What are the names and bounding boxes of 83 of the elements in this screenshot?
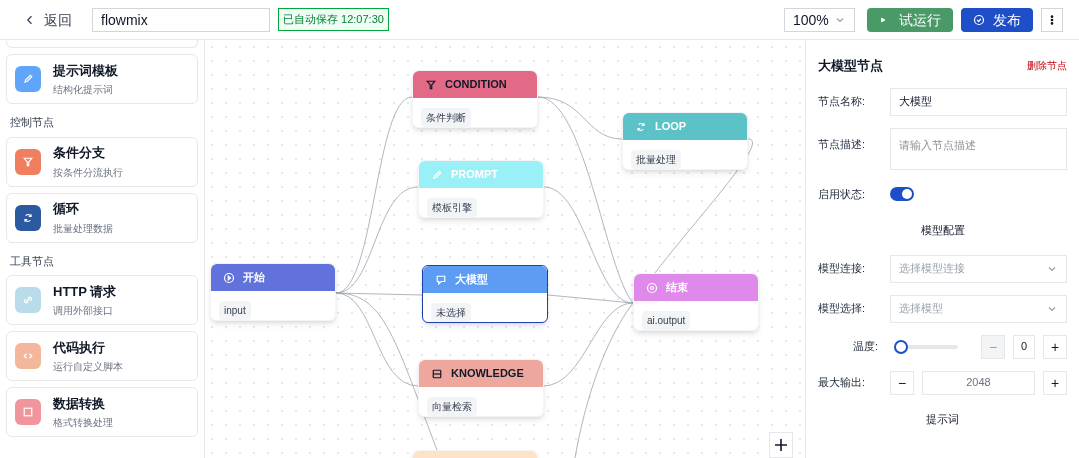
max-output-field[interactable]: 2048 — [922, 370, 1035, 395]
card-title: 数据转换 — [53, 394, 106, 413]
node-header: PROMPT — [419, 161, 543, 188]
play-icon — [879, 15, 887, 24]
field-label: 节点名称: — [818, 94, 867, 110]
pencil-icon — [431, 168, 443, 181]
refresh-icon — [635, 120, 647, 133]
card-subtitle: 调用外部接口 — [53, 304, 114, 319]
node-tag: 批量处理 — [631, 150, 681, 169]
node-palette-card[interactable]: 循环 批量处理数据 — [6, 192, 198, 243]
node-header: KNOWLEDGE — [419, 360, 543, 387]
flow-node[interactable]: KNOWLEDGE 向量检索 — [418, 359, 544, 417]
card-subtitle: 批量处理数据 — [53, 221, 113, 236]
node-tag: 模板引擎 — [427, 198, 477, 217]
decrement-button[interactable]: − — [890, 370, 914, 395]
card-title: 条件分支 — [53, 144, 106, 163]
check-circle-icon — [973, 13, 985, 26]
node-palette-card[interactable]: 数据转换 格式转换处理 — [6, 387, 198, 437]
node-header: 结束 — [634, 274, 758, 301]
field-label: 温度: — [851, 339, 879, 355]
field-label: 节点描述: — [818, 136, 867, 152]
flow-node[interactable]: CONDITION 条件判断 — [412, 70, 538, 128]
section-heading: 控制节点 — [9, 115, 55, 130]
stop-circle-icon — [646, 281, 658, 294]
node-name-field[interactable]: 大模型 — [890, 87, 1067, 116]
section-heading: 工具节点 — [9, 253, 55, 269]
node-tag: 未选择 — [431, 303, 471, 322]
card-subtitle: 运行自定义脚本 — [53, 360, 123, 375]
node-tag: ai.output — [642, 311, 691, 330]
add-button[interactable] — [769, 432, 793, 458]
flow-node[interactable]: 大模型 未选择 — [422, 265, 548, 323]
node-description-field[interactable]: 请输入节点描述 — [890, 127, 1067, 170]
increment-button[interactable]: + — [1043, 370, 1067, 395]
card-title: HTTP 请求 — [53, 282, 117, 301]
field-label: 启用状态: — [818, 186, 867, 202]
flow-node[interactable]: 结束 ai.output — [633, 273, 759, 331]
increment-button[interactable]: + — [1043, 334, 1067, 359]
flow-node[interactable]: LOOP 批量处理 — [622, 112, 748, 170]
node-header: 开始 — [211, 264, 335, 291]
zoom-select[interactable]: 100% — [784, 7, 855, 32]
funnel-icon — [22, 155, 34, 168]
slider-thumb[interactable] — [894, 339, 908, 354]
card-title: 提示词模板 — [53, 61, 118, 80]
chat-bubble-icon — [435, 273, 447, 286]
flow-name-field[interactable]: flowmix — [92, 7, 270, 32]
delete-node-button[interactable]: 删除节点 — [1027, 58, 1067, 74]
field-label: 模型连接: — [818, 261, 867, 277]
flow-node[interactable]: 开始 input — [210, 263, 336, 321]
card-subtitle: 按条件分流执行 — [53, 165, 123, 180]
refresh-icon — [22, 211, 34, 224]
plus-icon — [773, 437, 789, 453]
temperature-field[interactable]: 0 — [1013, 334, 1035, 359]
card-title: 代码执行 — [53, 338, 106, 357]
field-label: 最大输出: — [818, 375, 867, 391]
field-label: 模型选择: — [818, 301, 867, 317]
card-subtitle: 格式转换处理 — [53, 416, 113, 431]
pencil-icon — [22, 73, 34, 85]
node-tag: 向量检索 — [427, 397, 477, 416]
autosave-badge: 已自动保存 12:07:30 — [278, 8, 389, 31]
section-heading: 提示词 — [925, 411, 960, 427]
link-icon — [22, 294, 34, 306]
flow-node[interactable]: PROMPT 模板引擎 — [418, 160, 544, 218]
node-palette-card[interactable]: 代码执行 运行自定义脚本 — [6, 331, 198, 381]
node-header: CONDITION — [413, 71, 537, 98]
node-tag: input — [219, 301, 251, 320]
node-palette-card[interactable]: 提示词模板 结构化提示词 — [6, 54, 198, 104]
book-icon — [431, 367, 443, 380]
publish-button[interactable]: 发布 — [961, 7, 1033, 32]
play-circle-icon — [223, 271, 235, 284]
more-button[interactable] — [1041, 7, 1063, 32]
card-subtitle: 结构化提示词 — [53, 83, 114, 98]
node-palette-card[interactable]: 条件分支 按条件分流执行 — [6, 136, 198, 187]
node-palette-card[interactable]: HTTP 请求 调用外部接口 — [6, 275, 198, 325]
node-tag: 条件判断 — [421, 108, 471, 127]
funnel-icon — [425, 78, 437, 91]
panel-title: 大模型节点 — [818, 57, 883, 75]
card-title: 循环 — [53, 200, 80, 219]
enable-toggle[interactable] — [890, 186, 914, 201]
square-icon — [22, 406, 34, 418]
node-header: LOOP — [623, 113, 747, 140]
node-header: 大模型 — [423, 266, 547, 293]
section-heading: 模型配置 — [919, 223, 966, 238]
back-button[interactable]: 返回 — [16, 9, 80, 30]
